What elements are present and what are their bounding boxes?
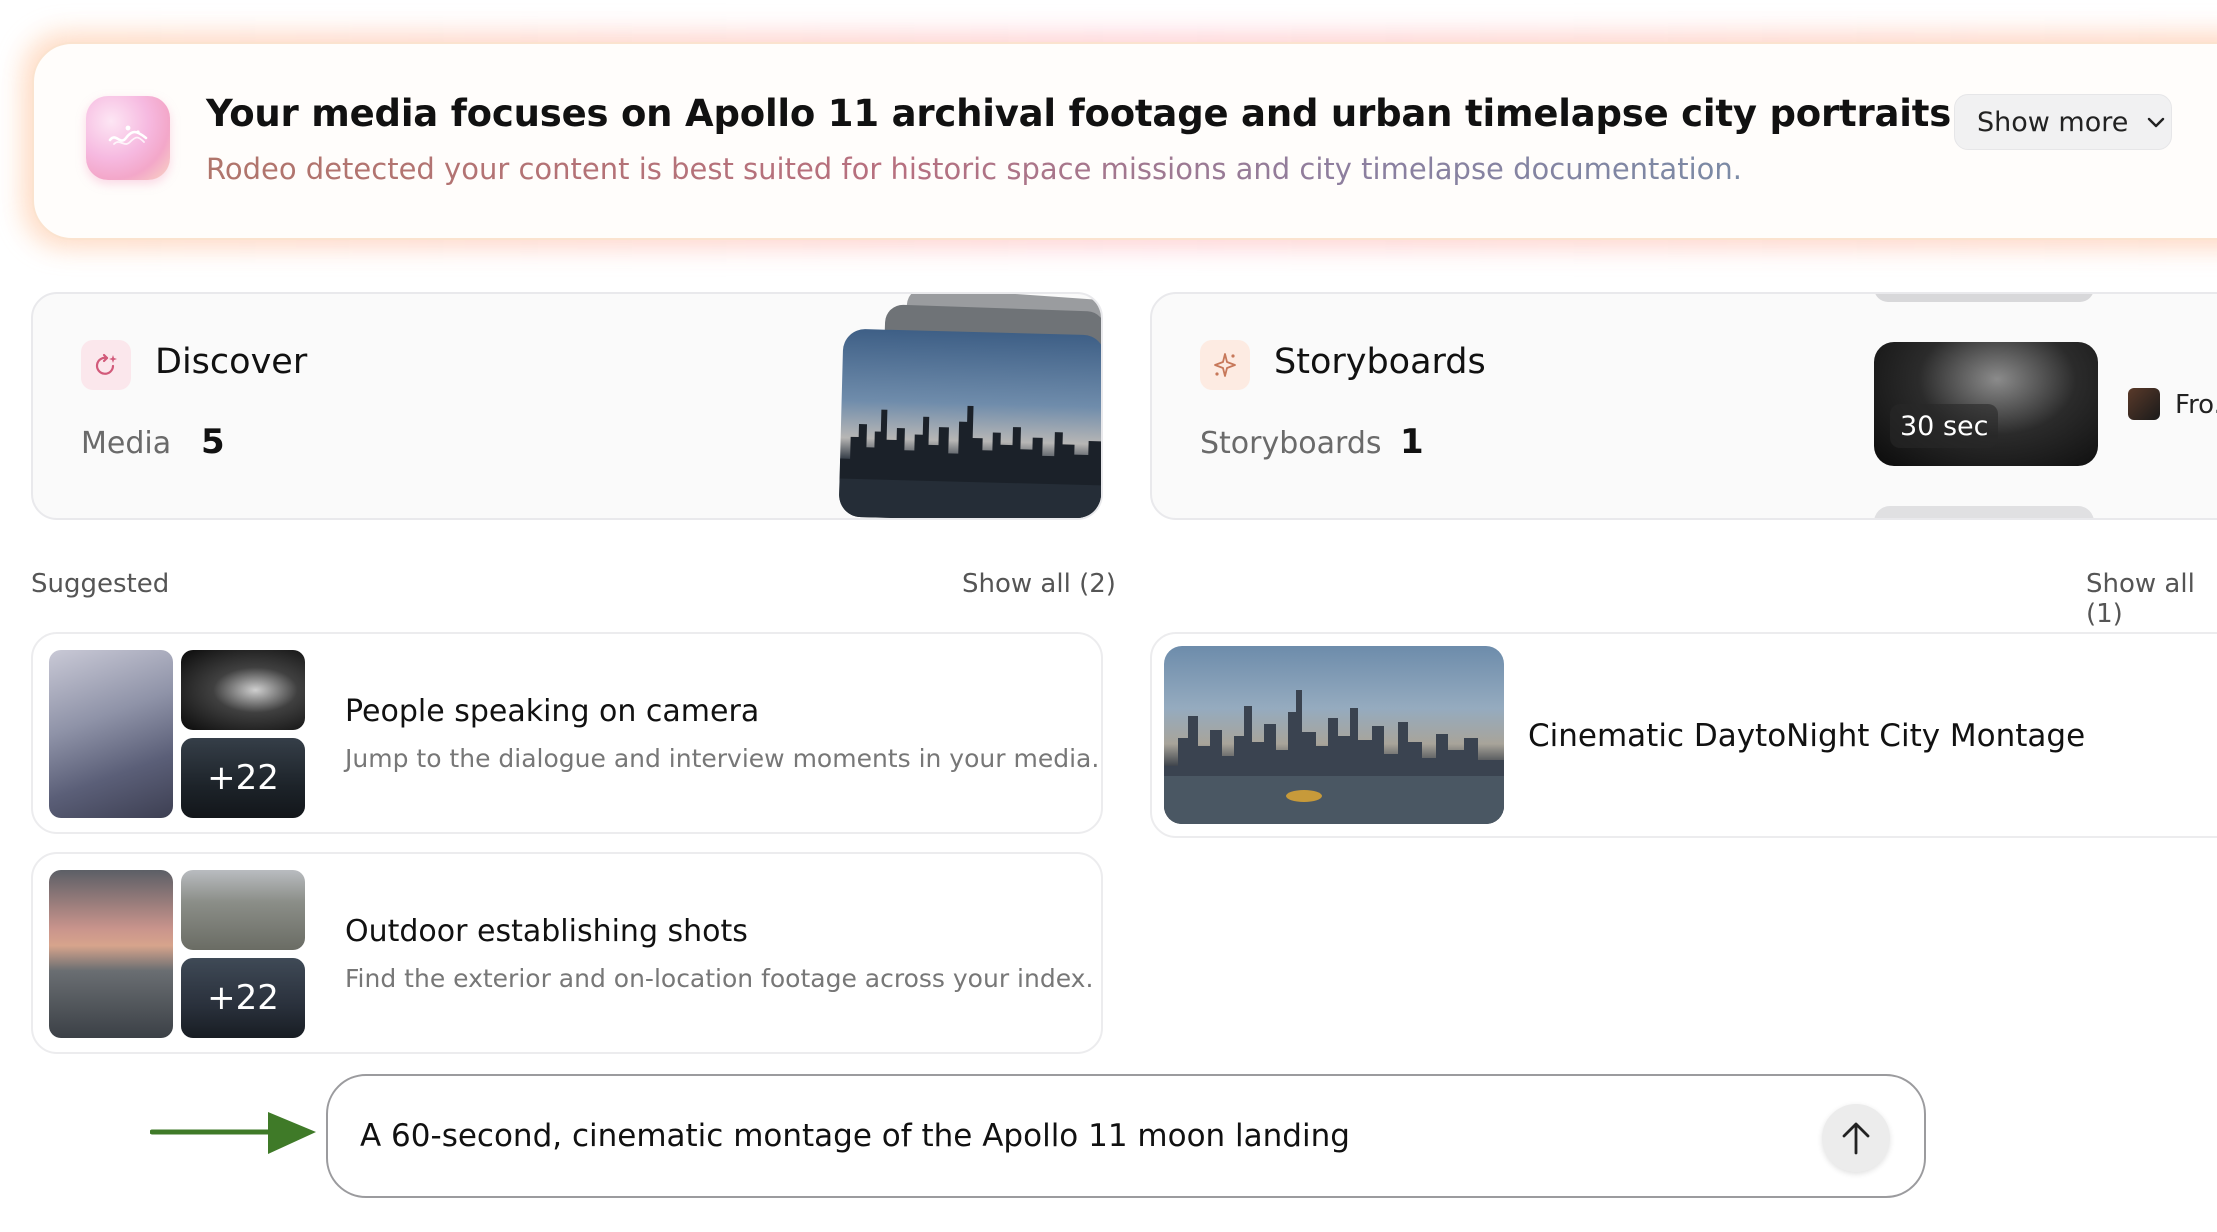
show-more-button[interactable]: Show more — [1954, 94, 2172, 150]
prompt-text: A 60-second, cinematic montage of the Ap… — [360, 1118, 1350, 1154]
more-count-badge: +22 — [181, 738, 305, 818]
sparkle-stars-icon — [1200, 340, 1250, 390]
arrow-up-icon — [1842, 1122, 1870, 1155]
send-button[interactable] — [1822, 1104, 1890, 1172]
storyboards-title: Storyboards — [1274, 342, 1486, 382]
clip-duration-badge: 30 sec — [1890, 404, 1999, 448]
insight-banner: Your media focuses on Apollo 11 archival… — [32, 42, 2217, 240]
green-arrow-pointer-icon — [150, 1112, 316, 1154]
suggestion-thumbnail — [181, 650, 305, 730]
storyboard-thumbnail — [1164, 646, 1504, 824]
storyboards-count: 1 — [1400, 422, 1424, 462]
sparkle-wave-icon — [86, 96, 170, 180]
refresh-sparkle-icon — [81, 340, 131, 390]
discover-card[interactable]: Discover Media 5 — [31, 292, 1103, 520]
storyboard-avatar — [2128, 388, 2160, 420]
suggestion-title: Outdoor establishing shots — [345, 914, 748, 949]
media-thumbnail-skyline — [838, 328, 1101, 518]
suggestion-thumbnail-more: +22 — [181, 958, 305, 1038]
chevron-down-icon — [2148, 117, 2165, 128]
suggestion-thumbnail — [181, 870, 305, 950]
suggestion-description: Find the exterior and on-location footag… — [345, 964, 1094, 993]
suggestion-item[interactable]: +22 People speaking on camera Jump to th… — [31, 632, 1103, 834]
suggestion-thumbnail-more: +22 — [181, 738, 305, 818]
storyboard-peek-text: Fro... — [2175, 390, 2217, 420]
media-label: Media — [81, 426, 172, 461]
storyboard-clip-preview[interactable]: 30 sec — [1874, 342, 2098, 466]
storyboards-label: Storyboards — [1200, 426, 1382, 461]
suggestion-thumbnail — [49, 870, 173, 1038]
suggestion-item[interactable]: +22 Outdoor establishing shots Find the … — [31, 852, 1103, 1054]
storyboards-show-all-link[interactable]: Show all (1) — [2086, 569, 2217, 629]
suggested-heading: Suggested — [31, 569, 170, 599]
storyboard-item[interactable]: Cinematic DaytoNight City Montage — [1150, 632, 2217, 838]
media-count: 5 — [201, 422, 225, 462]
discover-title: Discover — [155, 342, 308, 382]
storyboards-card[interactable]: Storyboards Storyboards 1 30 sec Fro... — [1150, 292, 2217, 520]
more-count-badge: +22 — [181, 958, 305, 1038]
banner-title: Your media focuses on Apollo 11 archival… — [206, 92, 1952, 135]
suggested-show-all-link[interactable]: Show all (2) — [962, 569, 1116, 599]
suggestion-description: Jump to the dialogue and interview momen… — [345, 744, 1100, 773]
show-more-label: Show more — [1977, 106, 2129, 138]
app-canvas: Your media focuses on Apollo 11 archival… — [0, 0, 2217, 1232]
prompt-input[interactable]: A 60-second, cinematic montage of the Ap… — [326, 1074, 1926, 1198]
storyboard-clip-below — [1874, 506, 2094, 518]
suggestion-title: People speaking on camera — [345, 694, 760, 729]
storyboard-clip-above — [1874, 294, 2094, 302]
suggestion-thumbnail — [49, 650, 173, 818]
banner-subtitle: Rodeo detected your content is best suit… — [206, 152, 1742, 186]
storyboard-item-title: Cinematic DaytoNight City Montage — [1528, 718, 2086, 754]
